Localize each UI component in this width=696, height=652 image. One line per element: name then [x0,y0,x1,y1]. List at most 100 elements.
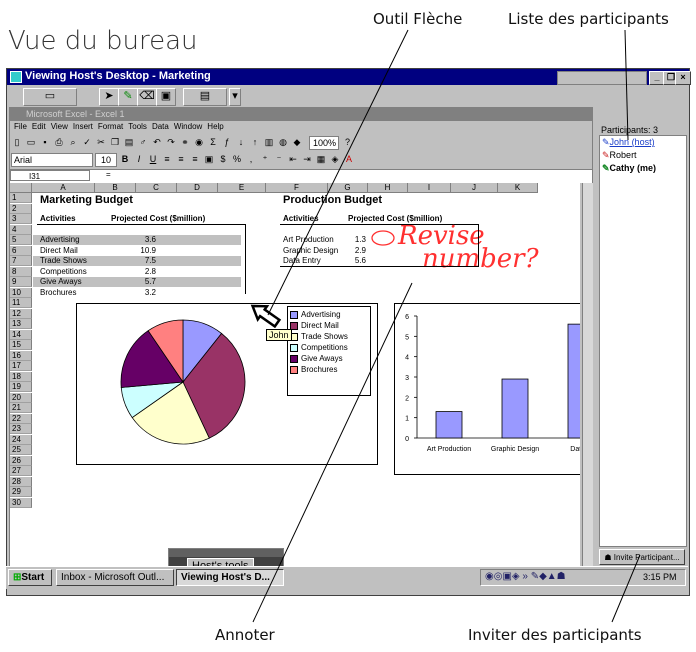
column-header[interactable]: D [177,183,218,193]
web-icon[interactable]: ◉ [193,136,205,148]
currency-icon[interactable]: $ [217,153,229,165]
row-header[interactable]: 7 [10,256,32,266]
chart-wizard-icon[interactable]: ▥ [263,136,275,148]
column-header[interactable]: F [266,183,328,193]
row-header[interactable]: 16 [10,350,32,361]
row-header[interactable]: 12 [10,308,32,319]
row-header[interactable]: 1 [10,193,32,203]
row-header[interactable]: 19 [10,382,32,392]
row-header[interactable]: 20 [10,392,32,403]
participant-item-robert[interactable]: ✎Robert [602,150,637,161]
row-header[interactable]: 10 [10,287,32,298]
new-icon[interactable]: ▯ [11,136,23,148]
help-icon[interactable]: ? [341,136,353,148]
italic-icon[interactable]: I [133,153,145,165]
taskbar-item-inbox[interactable]: Inbox - Microsoft Outl... [56,569,174,586]
redo-icon[interactable]: ↷ [165,136,177,148]
row-header[interactable]: 27 [10,466,32,476]
row-header[interactable]: 13 [10,319,32,329]
column-header[interactable]: K [498,183,538,193]
row-header[interactable]: 6 [10,245,32,256]
decrease-decimal-icon[interactable]: ⁻ [273,153,285,165]
print-icon[interactable]: ⎙ [53,136,65,148]
row-header[interactable]: 24 [10,434,32,445]
drawing-icon[interactable]: ◆ [291,136,303,148]
pen-tool-icon[interactable]: ✎ [118,88,138,106]
align-center-icon[interactable]: ≡ [175,153,187,165]
indent-icon[interactable]: ⇥ [301,153,313,165]
menu-data[interactable]: Data [152,122,169,131]
taskbar-item-viewing[interactable]: Viewing Host's D... [176,569,284,586]
paste-icon[interactable]: ▤ [123,136,135,148]
participant-list[interactable]: ✎John (host) ✎Robert ✎Cathy (me) [599,135,687,547]
align-right-icon[interactable]: ≡ [189,153,201,165]
start-button[interactable]: ⊞Start [8,569,52,586]
column-header[interactable]: C [136,183,177,193]
hyperlink-icon[interactable]: ⚭ [179,136,191,148]
row-header[interactable]: 3 [10,214,32,224]
row-header[interactable]: 17 [10,361,32,371]
spreadsheet-grid[interactable]: Marketing Budget Activities Projected Co… [10,183,580,578]
menu-edit[interactable]: Edit [32,122,46,131]
undo-icon[interactable]: ↶ [151,136,163,148]
zoom-select[interactable]: 100% [309,136,340,150]
font-name-select[interactable]: Arial [11,153,93,167]
formula-equals[interactable]: = [106,170,111,179]
pie-chart-object[interactable]: Advertising Direct Mail Trade Shows Competi… [76,303,378,465]
menu-help[interactable]: Help [207,122,223,131]
share-window-icon[interactable]: ▭ [23,88,77,106]
row-header[interactable]: 29 [10,487,32,497]
font-size-select[interactable]: 10 [95,153,117,167]
participant-item-cathy[interactable]: ✎Cathy (me) [602,163,656,174]
invite-participant-button[interactable]: ☗ Invite Participant... [599,549,685,565]
row-header[interactable]: 22 [10,413,32,424]
menu-window[interactable]: Window [174,122,202,131]
map-icon[interactable]: ◍ [277,136,289,148]
row-header[interactable]: 25 [10,445,32,455]
column-header[interactable]: G [328,183,368,193]
copy-icon[interactable]: ❐ [109,136,121,148]
column-header[interactable]: I [408,183,451,193]
save-icon[interactable]: ▪ [39,136,51,148]
cut-icon[interactable]: ✂ [95,136,107,148]
fill-color-icon[interactable]: ◈ [329,153,341,165]
dropdown-chevron-icon[interactable]: ▾ [229,88,241,106]
format-painter-icon[interactable]: ♂ [137,136,149,148]
row-header[interactable]: 9 [10,277,32,287]
underline-icon[interactable]: U [147,153,159,165]
row-header[interactable]: 2 [10,203,32,214]
row-header[interactable]: 15 [10,340,32,350]
row-header[interactable]: 8 [10,266,32,277]
column-header[interactable]: J [451,183,498,193]
close-button[interactable]: × [675,71,691,85]
comma-icon[interactable]: , [245,153,257,165]
bold-icon[interactable]: B [119,153,131,165]
outdent-icon[interactable]: ⇤ [287,153,299,165]
preview-icon[interactable]: ⌕ [67,136,79,148]
vertical-scrollbar[interactable] [582,183,593,578]
bar-chart-object[interactable]: 0 1 2 3 4 5 6 Art Production Graphic Design Data … [394,303,580,475]
column-header[interactable]: H [368,183,408,193]
name-box[interactable]: I31 [10,170,90,181]
row-header[interactable]: 14 [10,329,32,340]
function-icon[interactable]: ƒ [221,136,233,148]
column-header[interactable]: E [218,183,266,193]
row-header[interactable]: 11 [10,298,32,308]
menu-tools[interactable]: Tools [128,122,147,131]
spell-icon[interactable]: ✓ [81,136,93,148]
menu-format[interactable]: Format [98,122,123,131]
row-header[interactable]: 28 [10,476,32,487]
merge-icon[interactable]: ▣ [203,153,215,165]
row-header[interactable]: 18 [10,371,32,382]
align-left-icon[interactable]: ≡ [161,153,173,165]
row-header[interactable]: 5 [10,235,32,245]
clear-annotations-icon[interactable]: ▣ [156,88,176,106]
font-color-icon[interactable]: A [343,153,355,165]
menu-file[interactable]: File [14,122,27,131]
view-toggle-icon[interactable]: ▤ [183,88,227,106]
arrow-tool-icon[interactable]: ➤ [99,88,119,106]
column-header[interactable]: B [95,183,136,193]
row-header[interactable]: 23 [10,424,32,434]
increase-decimal-icon[interactable]: ⁺ [259,153,271,165]
sort-desc-icon[interactable]: ↑ [249,136,261,148]
